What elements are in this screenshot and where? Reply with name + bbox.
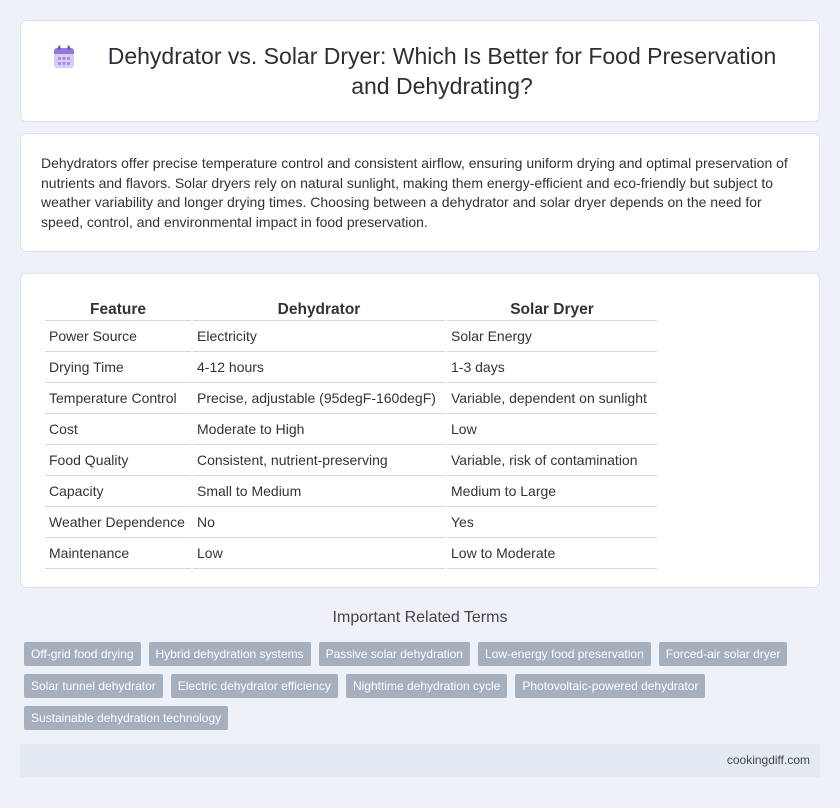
related-terms-title: Important Related Terms — [332, 609, 508, 626]
calendar-icon — [54, 45, 74, 68]
related-term-tag[interactable]: Forced-air solar dryer — [658, 642, 788, 666]
table-row: Cost Moderate to High Low — [45, 414, 657, 445]
dehydrator-cell: Small to Medium — [193, 476, 445, 507]
related-term-tag[interactable]: Low-energy food preservation — [477, 642, 651, 666]
dehydrator-cell: 4-12 hours — [193, 352, 445, 383]
related-term-tag[interactable]: Nighttime dehydration cycle — [345, 674, 508, 698]
footer: cookingdiff.com — [20, 744, 820, 777]
dehydrator-cell: Precise, adjustable (95degF-160degF) — [193, 383, 445, 414]
feature-cell: Power Source — [45, 321, 191, 352]
table-header-row: Feature Dehydrator Solar Dryer — [45, 294, 657, 321]
table-row: Drying Time 4-12 hours 1-3 days — [45, 352, 657, 383]
feature-cell: Maintenance — [45, 538, 191, 569]
header-dehydrator: Dehydrator — [193, 294, 445, 321]
title-wrap: Dehydrator vs. Solar Dryer: Which Is Bet… — [53, 41, 787, 101]
related-term-tag[interactable]: Hybrid dehydration systems — [148, 642, 311, 666]
solar-dryer-cell: Medium to Large — [447, 476, 657, 507]
feature-cell: Drying Time — [45, 352, 191, 383]
comparison-table: Feature Dehydrator Solar Dryer Power Sou… — [43, 294, 659, 569]
related-term-tag[interactable]: Solar tunnel dehydrator — [24, 674, 163, 698]
dehydrator-cell: Low — [193, 538, 445, 569]
table-row: Temperature Control Precise, adjustable … — [45, 383, 657, 414]
related-term-tag[interactable]: Passive solar dehydration — [318, 642, 470, 666]
solar-dryer-cell: 1-3 days — [447, 352, 657, 383]
related-term-tag[interactable]: Photovoltaic-powered dehydrator — [515, 674, 706, 698]
feature-cell: Weather Dependence — [45, 507, 191, 538]
solar-dryer-cell: Yes — [447, 507, 657, 538]
table-row: Food Quality Consistent, nutrient-preser… — [45, 445, 657, 476]
solar-dryer-cell: Variable, risk of contamination — [447, 445, 657, 476]
related-term-tag[interactable]: Electric dehydrator efficiency — [170, 674, 338, 698]
related-term-tag[interactable]: Sustainable dehydration technology — [24, 706, 229, 730]
solar-dryer-cell: Variable, dependent on sunlight — [447, 383, 657, 414]
dehydrator-cell: Moderate to High — [193, 414, 445, 445]
solar-dryer-cell: Low to Moderate — [447, 538, 657, 569]
footer-site-link[interactable]: cookingdiff.com — [727, 753, 810, 767]
feature-cell: Cost — [45, 414, 191, 445]
table-row: Capacity Small to Medium Medium to Large — [45, 476, 657, 507]
dehydrator-cell: Consistent, nutrient-preserving — [193, 445, 445, 476]
feature-cell: Capacity — [45, 476, 191, 507]
feature-cell: Temperature Control — [45, 383, 191, 414]
table-row: Power Source Electricity Solar Energy — [45, 321, 657, 352]
title-card: Dehydrator vs. Solar Dryer: Which Is Bet… — [20, 20, 820, 122]
dehydrator-cell: Electricity — [193, 321, 445, 352]
table-row: Weather Dependence No Yes — [45, 507, 657, 538]
intro-paragraph: Dehydrators offer precise temperature co… — [41, 155, 788, 230]
table-row: Maintenance Low Low to Moderate — [45, 538, 657, 569]
feature-cell: Food Quality — [45, 445, 191, 476]
header-feature: Feature — [45, 294, 191, 321]
solar-dryer-cell: Low — [447, 414, 657, 445]
page-title: Dehydrator vs. Solar Dryer: Which Is Bet… — [107, 43, 777, 99]
solar-dryer-cell: Solar Energy — [447, 321, 657, 352]
header-solar-dryer: Solar Dryer — [447, 294, 657, 321]
dehydrator-cell: No — [193, 507, 445, 538]
intro-card: Dehydrators offer precise temperature co… — [20, 133, 820, 252]
related-term-tag[interactable]: Off-grid food drying — [24, 642, 141, 666]
comparison-card: Feature Dehydrator Solar Dryer Power Sou… — [20, 273, 820, 588]
related-terms-list: Off-grid food drying Hybrid dehydration … — [24, 642, 824, 738]
